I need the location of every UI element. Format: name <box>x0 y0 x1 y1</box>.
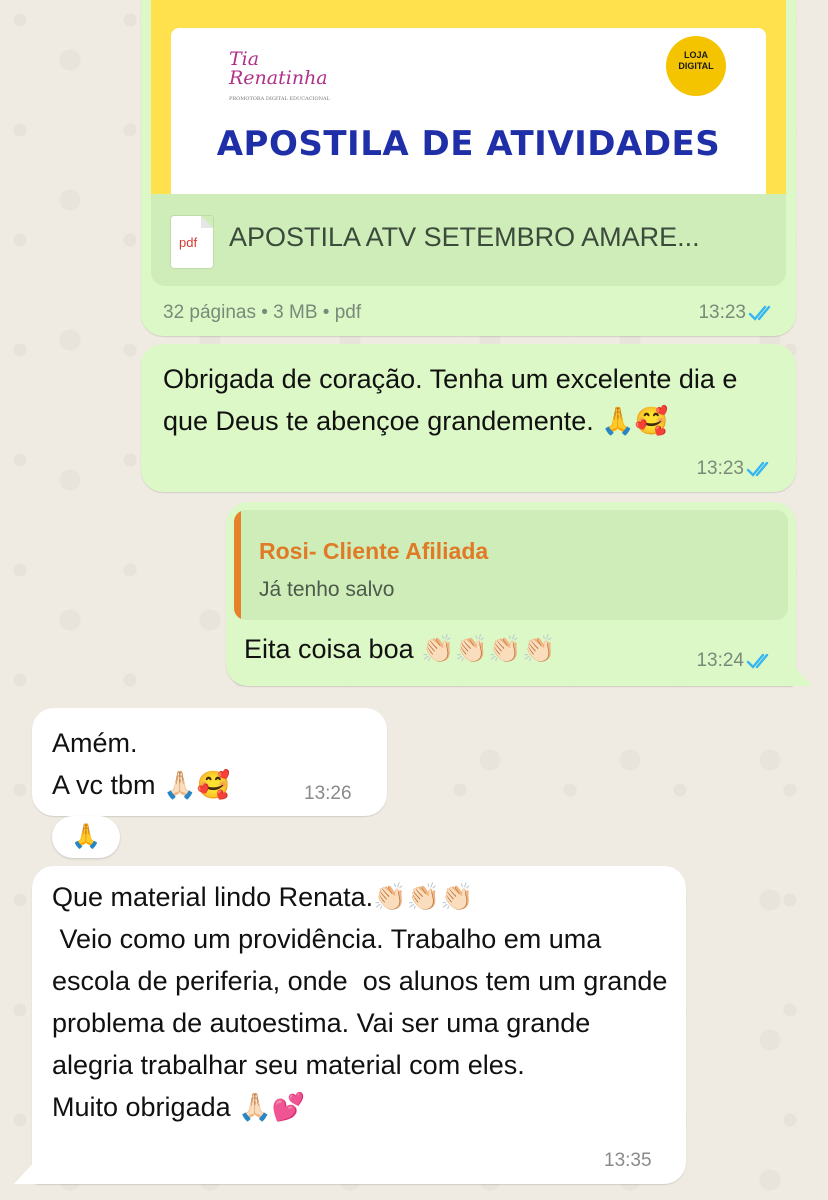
message-time: 13:35 <box>604 1150 652 1171</box>
read-ticks-icon <box>748 305 771 321</box>
quoted-text: Já tenho salvo <box>259 578 395 601</box>
brand-logo: Tia Renatinha PROMOTORA DIGITAL EDUCACIO… <box>229 50 339 110</box>
message-reaction[interactable]: 🙏 <box>52 816 120 858</box>
outgoing-message[interactable]: Obrigada de coração. Tenha um excelente … <box>141 344 796 492</box>
quoted-author: Rosi- Cliente Afiliada <box>259 538 489 564</box>
document-meta: 32 páginas • 3 MB • pdf <box>163 302 362 323</box>
message-time: 13:23 <box>696 458 744 479</box>
message-text: Amém. A vc tbm 🙏🏻🥰 <box>52 728 231 800</box>
document-preview-title: APOSTILA DE ATIVIDADES <box>216 124 721 164</box>
document-message-bubble[interactable]: Tia Renatinha PROMOTORA DIGITAL EDUCACIO… <box>141 0 796 336</box>
quote-accent-bar <box>234 510 241 620</box>
read-ticks-icon <box>746 653 769 669</box>
incoming-message[interactable]: Amém. A vc tbm 🙏🏻🥰 13:26 <box>32 708 387 816</box>
document-preview-page: Tia Renatinha PROMOTORA DIGITAL EDUCACIO… <box>171 28 766 194</box>
brand-subtitle: PROMOTORA DIGITAL EDUCACIONAL <box>229 96 330 102</box>
incoming-message[interactable]: Que material lindo Renata.👏🏻👏🏻👏🏻 Veio co… <box>32 866 686 1184</box>
message-text: Obrigada de coração. Tenha um excelente … <box>163 364 745 436</box>
message-text: Eita coisa boa 👏🏻👏🏻👏🏻👏🏻 <box>244 634 556 664</box>
document-preview[interactable]: Tia Renatinha PROMOTORA DIGITAL EDUCACIO… <box>151 0 786 194</box>
document-file-name: APOSTILA ATV SETEMBRO AMARE... <box>229 222 700 252</box>
message-time: 13:23 <box>698 302 746 323</box>
outgoing-reply-message[interactable]: Rosi- Cliente Afiliada Já tenho salvo Ei… <box>226 502 796 686</box>
message-time: 13:24 <box>696 650 744 671</box>
document-file-row[interactable]: pdf APOSTILA ATV SETEMBRO AMARE... <box>151 194 786 286</box>
read-ticks-icon <box>746 461 769 477</box>
brand-name: Tia Renatinha <box>229 48 328 89</box>
shop-badge: LOJA DIGITAL <box>666 36 726 96</box>
bubble-tail <box>14 1160 36 1184</box>
message-text: Que material lindo Renata.👏🏻👏🏻👏🏻 Veio co… <box>52 882 668 1122</box>
pdf-icon-label: pdf <box>179 235 198 250</box>
pdf-file-icon: pdf <box>171 216 213 268</box>
message-time: 13:26 <box>304 783 352 804</box>
bubble-tail <box>790 662 812 686</box>
quoted-message[interactable]: Rosi- Cliente Afiliada Já tenho salvo <box>234 510 788 620</box>
